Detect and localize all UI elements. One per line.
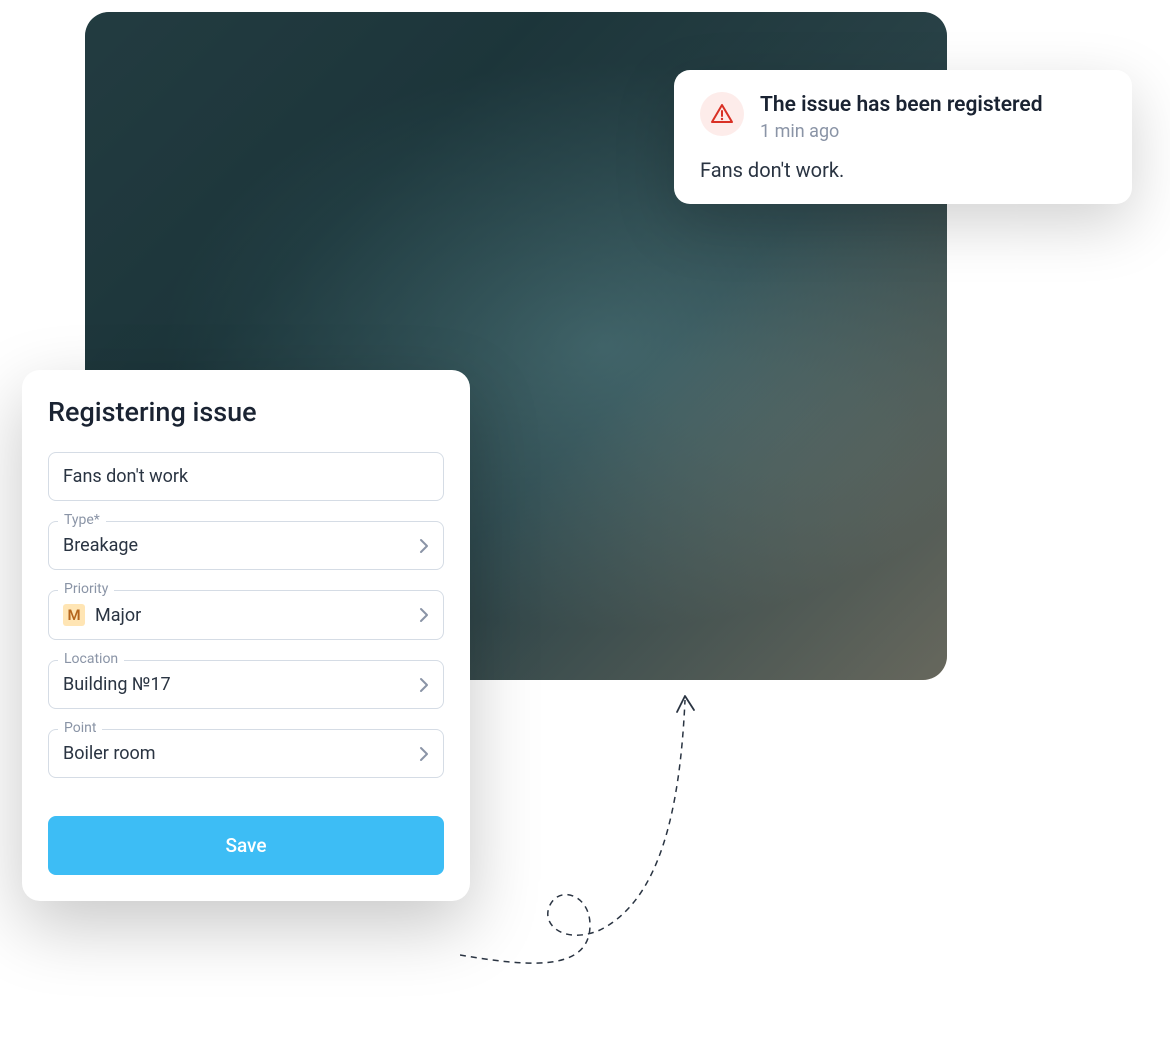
alert-triangle-icon bbox=[710, 102, 734, 126]
description-field-group: Fans don't work bbox=[48, 452, 444, 501]
save-button[interactable]: Save bbox=[48, 816, 444, 875]
point-field-group: Point Boiler room bbox=[48, 729, 444, 778]
chevron-right-icon bbox=[419, 607, 429, 623]
priority-value: Major bbox=[95, 605, 141, 626]
notification-text: The issue has been registered 1 min ago bbox=[760, 92, 1106, 142]
notification-card: The issue has been registered 1 min ago … bbox=[674, 70, 1132, 204]
priority-label: Priority bbox=[58, 581, 114, 597]
type-value: Breakage bbox=[63, 535, 138, 556]
point-select[interactable]: Boiler room bbox=[48, 729, 444, 778]
priority-field-group: Priority M Major bbox=[48, 590, 444, 640]
chevron-right-icon bbox=[419, 677, 429, 693]
type-field-group: Type* Breakage bbox=[48, 521, 444, 570]
priority-select[interactable]: M Major bbox=[48, 590, 444, 640]
location-value: Building №17 bbox=[63, 674, 171, 695]
location-select[interactable]: Building №17 bbox=[48, 660, 444, 709]
chevron-right-icon bbox=[419, 538, 429, 554]
location-field-group: Location Building №17 bbox=[48, 660, 444, 709]
description-input[interactable]: Fans don't work bbox=[48, 452, 444, 501]
connector-arrow-decoration bbox=[460, 690, 730, 970]
point-label: Point bbox=[58, 720, 102, 736]
location-label: Location bbox=[58, 651, 124, 667]
type-select[interactable]: Breakage bbox=[48, 521, 444, 570]
notification-timestamp: 1 min ago bbox=[760, 121, 1106, 142]
alert-icon-wrapper bbox=[700, 92, 744, 136]
priority-badge: M bbox=[63, 604, 85, 626]
form-title: Registering issue bbox=[48, 396, 444, 428]
type-label: Type* bbox=[58, 512, 106, 528]
notification-body: Fans don't work. bbox=[700, 158, 1106, 182]
chevron-right-icon bbox=[419, 746, 429, 762]
description-value: Fans don't work bbox=[63, 466, 188, 487]
issue-form-card: Registering issue Fans don't work Type* … bbox=[22, 370, 470, 901]
notification-title: The issue has been registered bbox=[760, 92, 1106, 119]
notification-header: The issue has been registered 1 min ago bbox=[700, 92, 1106, 142]
point-value: Boiler room bbox=[63, 743, 156, 764]
